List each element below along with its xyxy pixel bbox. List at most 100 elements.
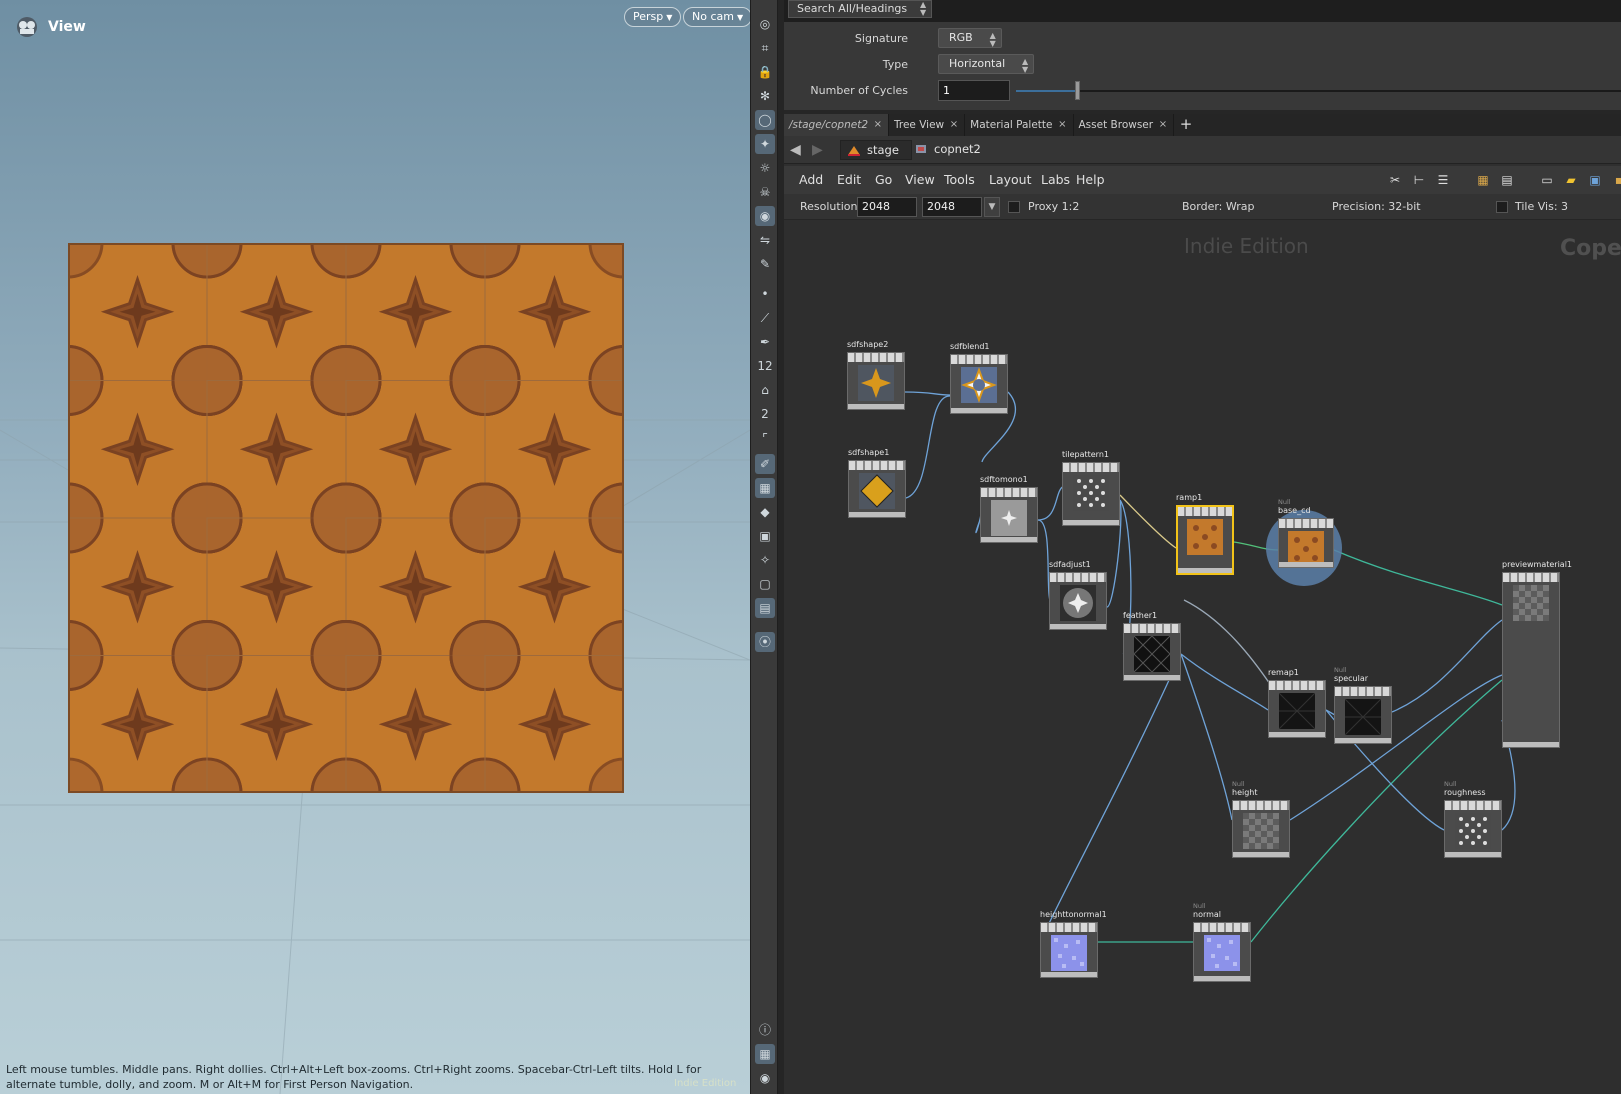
node-body[interactable] [1444, 800, 1502, 858]
node-wire[interactable] [1333, 549, 1503, 606]
sticky-note-icon[interactable]: ▰ [1562, 171, 1580, 189]
node-body[interactable] [848, 460, 906, 518]
flip-icon[interactable]: ⇋ [755, 230, 775, 250]
node-height[interactable]: Null height [1232, 780, 1290, 858]
node-wire[interactable] [1041, 653, 1182, 939]
node-body[interactable] [1232, 800, 1290, 858]
close-icon[interactable]: × [1159, 114, 1167, 136]
tab-tree-view[interactable]: Tree View × [889, 114, 966, 136]
menu-help[interactable]: Help [1076, 172, 1105, 187]
cycles-slider-handle[interactable] [1074, 81, 1080, 100]
node-body[interactable] [1334, 686, 1392, 744]
node-ramp1[interactable]: ramp1 [1176, 493, 1234, 575]
node-sdftomono1[interactable]: sdftomono1 [980, 475, 1038, 543]
type-menu[interactable]: Horizontal ▲ ▼ [938, 54, 1035, 74]
number-2-icon[interactable]: 2 [755, 404, 775, 424]
handle-icon[interactable]: ✧ [755, 550, 775, 570]
node-roughness[interactable]: Null roughness [1444, 780, 1502, 858]
close-icon[interactable]: × [1058, 114, 1066, 136]
light-icon[interactable]: ✦ [755, 134, 775, 154]
diamond-icon[interactable]: ◆ [755, 502, 775, 522]
node-body[interactable] [1049, 572, 1107, 630]
ghost-icon[interactable]: ✻ [755, 86, 775, 106]
node-base-cd[interactable]: Null base_cd [1278, 498, 1334, 568]
menu-add[interactable]: Add [799, 172, 823, 187]
render-icon[interactable]: ◉ [755, 206, 775, 226]
node-body[interactable] [1062, 462, 1120, 526]
menu-go[interactable]: Go [875, 172, 892, 187]
lock-icon[interactable]: 🔒 [755, 62, 775, 82]
node-wire[interactable] [1391, 619, 1503, 713]
precision-label[interactable]: Precision: 32-bit [1332, 200, 1421, 213]
signature-menu[interactable]: RGB ▲ ▼ [938, 28, 1002, 48]
resolution-dropdown[interactable]: ▼ [984, 197, 1000, 217]
edge-icon[interactable]: ⟋ [755, 308, 775, 328]
image-icon[interactable]: ▤ [755, 598, 775, 618]
menu-labs[interactable]: Labs [1041, 172, 1070, 187]
node-feather1[interactable]: feather1 [1123, 611, 1181, 681]
eye-icon[interactable]: ◉ [755, 1068, 775, 1088]
wrench-icon[interactable]: ✂ [1386, 171, 1404, 189]
grid-icon[interactable]: ▤ [1498, 171, 1516, 189]
cycles-field[interactable]: 1 [938, 80, 1010, 101]
menu-tools[interactable]: Tools [944, 172, 975, 187]
node-body[interactable] [1268, 680, 1326, 738]
point-icon[interactable]: • [755, 284, 775, 304]
node-wire[interactable] [904, 391, 951, 396]
node-wire[interactable] [1180, 653, 1233, 821]
info-icon[interactable]: ⓘ [755, 1020, 775, 1040]
grid-color-icon[interactable]: ▦ [1474, 171, 1492, 189]
stage-icon[interactable]: ✎ [755, 254, 775, 274]
sphere-icon[interactable]: ◯ [755, 110, 775, 130]
tile-vis-checkbox[interactable] [1496, 201, 1508, 213]
node-body[interactable] [980, 487, 1038, 543]
checker-icon[interactable]: ▦ [755, 478, 775, 498]
breadcrumb-copnet[interactable]: copnet2 [908, 140, 993, 160]
node-body[interactable] [1123, 623, 1181, 681]
tab-material-palette[interactable]: Material Palette × [965, 114, 1074, 136]
node-sdfadjust1[interactable]: sdfadjust1 [1049, 560, 1107, 630]
cycles-slider-track[interactable] [1016, 90, 1621, 92]
node-specular[interactable]: Null specular [1334, 666, 1392, 744]
list-icon[interactable]: ☰ [1434, 171, 1452, 189]
scene-viewport[interactable]: View Persp ▼ No cam ▼ Left mouse tumbles. … [0, 0, 750, 1094]
node-body[interactable] [1502, 572, 1560, 748]
search-headings-button[interactable]: Search All/Headings ▲ ▼ [788, 0, 933, 18]
box-icon[interactable]: ▢ [755, 574, 775, 594]
menu-edit[interactable]: Edit [837, 172, 861, 187]
palette-icon[interactable]: ▪ [1610, 171, 1621, 189]
node-sdfblend1[interactable]: sdfblend1 [950, 342, 1008, 414]
add-tab-button[interactable]: + [1174, 114, 1198, 136]
number-12-icon[interactable]: 12 [755, 356, 775, 376]
menu-layout[interactable]: Layout [989, 172, 1032, 187]
paint-icon[interactable]: ⌂ [755, 380, 775, 400]
node-body[interactable] [1278, 518, 1334, 568]
image-icon[interactable]: ▣ [1586, 171, 1604, 189]
node-sdfshape2[interactable]: sdfshape2 [847, 340, 905, 410]
camera-icon[interactable]: ⌗ [755, 38, 775, 58]
node-remap1[interactable]: remap1 [1268, 668, 1326, 738]
node-wire[interactable] [905, 395, 951, 499]
node-wire[interactable] [1183, 599, 1275, 691]
map-icon[interactable]: ▣ [755, 526, 775, 546]
forward-arrow-icon[interactable]: ▶ [812, 142, 823, 158]
viewport-options-icon[interactable]: ◎ [755, 14, 775, 34]
node-wire[interactable] [1037, 485, 1065, 521]
resolution-y-field[interactable]: 2048 [922, 197, 982, 217]
pen-icon[interactable]: ✒ [755, 332, 775, 352]
brush-icon[interactable]: ✐ [755, 454, 775, 474]
headlight-icon[interactable]: ☼ [755, 158, 775, 178]
grid-icon[interactable]: ▦ [755, 1044, 775, 1064]
resolution-x-field[interactable]: 2048 [857, 197, 917, 217]
window-icon[interactable]: ▭ [1538, 171, 1556, 189]
corner-icon[interactable]: ⌜ [755, 428, 775, 448]
close-icon[interactable]: × [874, 114, 882, 136]
node-normal[interactable]: Null normal [1193, 902, 1251, 982]
persp-menu-button[interactable]: Persp ▼ [624, 7, 682, 27]
node-sdfshape1[interactable]: sdfshape1 [848, 448, 906, 518]
camera-menu-button[interactable]: No cam ▼ [683, 7, 750, 27]
menu-view[interactable]: View [905, 172, 935, 187]
pin-icon[interactable]: ⦿ [755, 632, 775, 652]
node-body[interactable] [1193, 922, 1251, 982]
node-heighttonormal1[interactable]: heighttonormal1 [1040, 910, 1107, 978]
